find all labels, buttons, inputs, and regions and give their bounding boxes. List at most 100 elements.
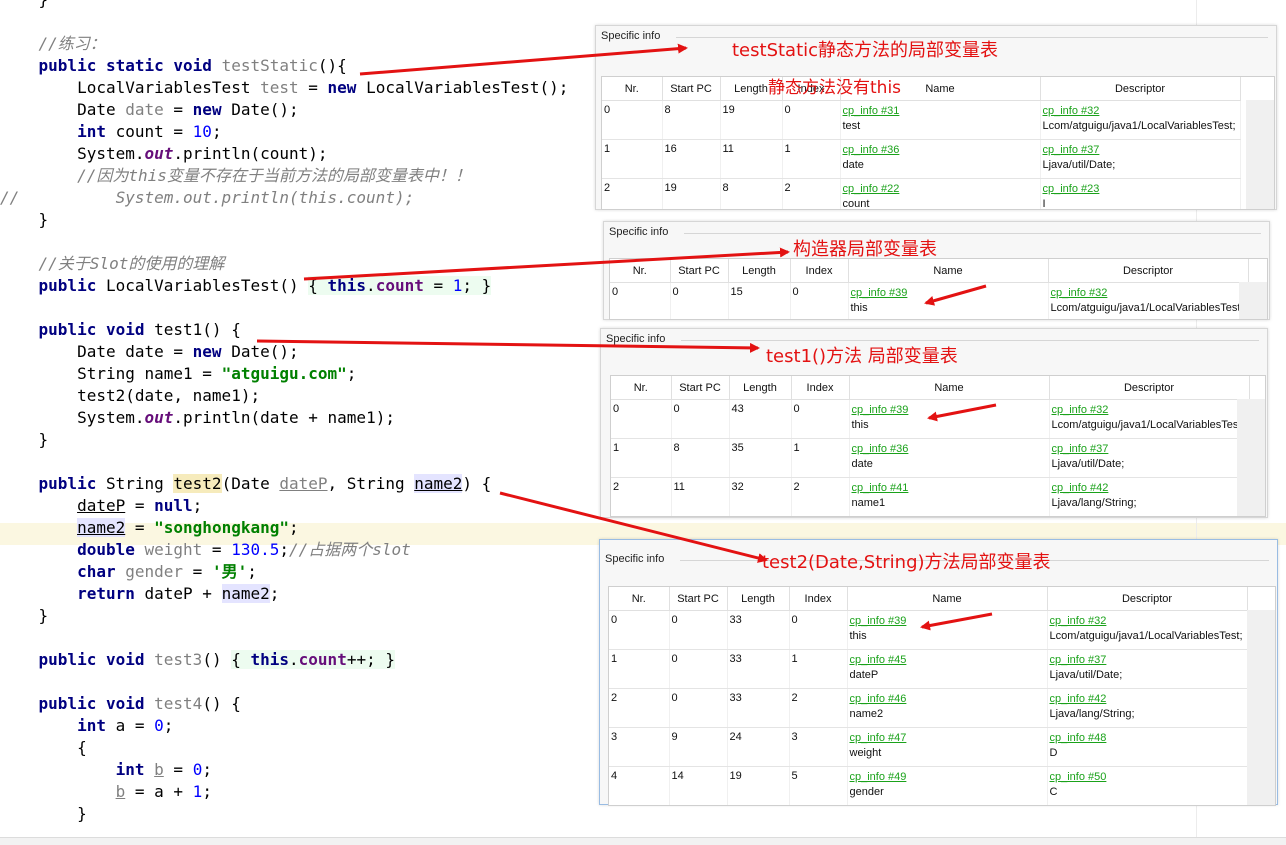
code-line[interactable]: char gender = '男'; <box>0 561 257 583</box>
column-header[interactable]: Descriptor <box>1049 376 1250 400</box>
code-line[interactable]: int b = 0; <box>0 759 212 781</box>
code-line[interactable]: //因为this变量不存在于当前方法的局部变量表中！！ <box>0 165 471 187</box>
desc-value: Ljava/util/Date; <box>1049 669 1123 681</box>
cp-info-link[interactable]: cp_info #36 <box>852 442 1049 456</box>
code-line[interactable]: public LocalVariablesTest() { this.count… <box>0 275 492 297</box>
column-header[interactable]: Nr. <box>609 587 670 611</box>
table-scroll-area[interactable] <box>1246 100 1274 209</box>
cp-info-link[interactable]: cp_info #46 <box>850 692 1047 706</box>
column-header[interactable]: Descriptor <box>1040 77 1241 101</box>
code-line[interactable]: { <box>0 737 87 759</box>
code-line[interactable]: Date date = new Date(); <box>0 341 299 363</box>
cp-info-link[interactable]: cp_info #47 <box>850 731 1047 745</box>
code-line[interactable]: LocalVariablesTest test = new LocalVaria… <box>0 77 568 99</box>
column-header[interactable]: Start PC <box>670 259 729 283</box>
code-line[interactable]: System.out.println(count); <box>0 143 327 165</box>
cp-info-link[interactable]: cp_info #42 <box>1052 481 1249 495</box>
code-line[interactable]: dateP = null; <box>0 495 202 517</box>
column-header[interactable]: Descriptor <box>1048 259 1249 283</box>
table-row[interactable]: 2 19 8 2 cp_info #22 count cp_info #23 I <box>602 178 1241 210</box>
code-line[interactable]: public String test2(Date dateP, String n… <box>0 473 491 495</box>
local-variable-table[interactable]: Nr. Start PC Length Index Name Descriptor 0 0 15… <box>609 258 1268 320</box>
cp-info-link[interactable]: cp_info #41 <box>852 481 1049 495</box>
cp-info-link[interactable]: cp_info #50 <box>1050 770 1247 784</box>
cp-info-link[interactable]: cp_info #37 <box>1052 442 1249 456</box>
local-variable-table[interactable]: Nr. Start PC Length Index Name Descriptor 0 0 43… <box>610 375 1266 517</box>
cp-info-link[interactable]: cp_info #32 <box>1043 104 1240 118</box>
cp-info-link[interactable]: cp_info #22 <box>843 182 1040 196</box>
cp-info-link[interactable]: cp_info #32 <box>1051 286 1248 300</box>
code-line[interactable]: int a = 0; <box>0 715 173 737</box>
table-row[interactable]: 1 0 33 1 cp_info #45 dateP cp_info #37 Ljava/ut… <box>609 649 1248 689</box>
column-header[interactable]: Start PC <box>662 77 721 101</box>
table-scroll-area[interactable] <box>1237 399 1265 516</box>
column-header[interactable]: Length <box>729 376 792 400</box>
column-header[interactable]: Nr. <box>611 376 672 400</box>
code-line[interactable]: } <box>0 803 87 825</box>
column-header[interactable]: Index <box>789 587 848 611</box>
code-line[interactable]: } <box>0 605 49 627</box>
cp-info-link[interactable]: cp_info #48 <box>1050 731 1247 745</box>
local-variable-table[interactable]: Nr. Start PC Length Index Name Descriptor 0 8 19… <box>601 76 1275 210</box>
table-row[interactable]: 2 0 33 2 cp_info #46 name2 cp_info #42 Ljava/la… <box>609 688 1248 728</box>
table-row[interactable]: 2 11 32 2 cp_info #41 name1 cp_info #42 Ljava/l… <box>611 477 1250 516</box>
column-header[interactable]: Nr. <box>602 77 663 101</box>
code-line[interactable]: public void test1() { <box>0 319 241 341</box>
code-line[interactable]: int count = 10; <box>0 121 222 143</box>
cp-info-link[interactable]: cp_info #32 <box>1052 403 1249 417</box>
code-line[interactable]: System.out.println(date + name1); <box>0 407 395 429</box>
table-row[interactable]: 0 0 43 0 cp_info #39 this cp_info #32 Lcom/atgu… <box>611 399 1250 439</box>
table-row[interactable]: 4 14 19 5 cp_info #49 gender cp_info #50 C <box>609 766 1248 805</box>
cp-info-link[interactable]: cp_info #39 <box>852 403 1049 417</box>
cp-info-link[interactable]: cp_info #42 <box>1050 692 1247 706</box>
code-line[interactable]: public void test3() { this.count++; } <box>0 649 395 671</box>
column-header[interactable]: Length <box>728 259 791 283</box>
code-line[interactable]: b = a + 1; <box>0 781 212 803</box>
code-line[interactable]: } <box>0 429 49 451</box>
cp-info-link[interactable]: cp_info #39 <box>851 286 1048 300</box>
column-header[interactable]: Index <box>791 376 850 400</box>
code-line[interactable]: public static void testStatic(){ <box>0 55 347 77</box>
cell-name: cp_info #47 weight <box>847 727 1048 767</box>
cp-info-link[interactable]: cp_info #32 <box>1050 614 1247 628</box>
column-header[interactable]: Start PC <box>669 587 728 611</box>
code-line[interactable]: //关于Slot的使用的理解 <box>0 253 225 275</box>
code-line[interactable]: //练习： <box>0 33 106 55</box>
code-line[interactable]: name2 = "songhongkang"; <box>0 517 299 539</box>
table-row[interactable]: 1 16 11 1 cp_info #36 date cp_info #37 Ljava/ut… <box>602 139 1241 179</box>
table-scroll-area[interactable] <box>1247 610 1275 805</box>
column-header[interactable]: Name <box>849 376 1050 400</box>
column-header[interactable]: Name <box>848 259 1049 283</box>
code-line[interactable]: String name1 = "atguigu.com"; <box>0 363 356 385</box>
code-line[interactable]: test2(date, name1); <box>0 385 260 407</box>
cp-info-link[interactable]: cp_info #45 <box>850 653 1047 667</box>
code-line[interactable]: // System.out.println(this.count); <box>0 187 414 209</box>
column-header[interactable]: Start PC <box>671 376 730 400</box>
column-header[interactable]: Name <box>847 587 1048 611</box>
table-row[interactable]: 1 8 35 1 cp_info #36 date cp_info #37 Ljava/uti… <box>611 438 1250 478</box>
column-header[interactable]: Descriptor <box>1047 587 1248 611</box>
table-row[interactable]: 0 8 19 0 cp_info #31 test cp_info #32 Lcom/atgu… <box>602 100 1241 140</box>
cp-info-link[interactable]: cp_info #36 <box>843 143 1040 157</box>
code-line[interactable]: public void test4() { <box>0 693 241 715</box>
code-line[interactable]: return dateP + name2; <box>0 583 279 605</box>
cp-info-link[interactable]: cp_info #37 <box>1043 143 1240 157</box>
local-variable-table[interactable]: Nr. Start PC Length Index Name Descriptor 0 0 33… <box>608 586 1276 806</box>
code-line[interactable]: } <box>0 209 49 231</box>
code-line[interactable]: } <box>0 0 49 11</box>
column-header[interactable]: Nr. <box>610 259 671 283</box>
table-row[interactable]: 3 9 24 3 cp_info #47 weight cp_info #48 D <box>609 727 1248 767</box>
table-row[interactable]: 0 0 15 0 cp_info #39 this cp_info #32 Lcom/atgu… <box>610 282 1249 319</box>
code-line[interactable]: Date date = new Date(); <box>0 99 299 121</box>
column-header[interactable]: Index <box>790 259 849 283</box>
table-scroll-area[interactable] <box>1239 282 1267 319</box>
cp-info-link[interactable]: cp_info #23 <box>1043 182 1240 196</box>
code-line[interactable]: double weight = 130.5;//占据两个slot <box>0 539 411 561</box>
cp-info-link[interactable]: cp_info #37 <box>1050 653 1247 667</box>
name-value: count <box>842 198 870 210</box>
cp-info-link[interactable]: cp_info #49 <box>850 770 1047 784</box>
column-header[interactable]: Length <box>727 587 790 611</box>
cp-info-link[interactable]: cp_info #31 <box>843 104 1040 118</box>
table-row[interactable]: 0 0 33 0 cp_info #39 this cp_info #32 Lcom/atgu… <box>609 610 1248 650</box>
cp-info-link[interactable]: cp_info #39 <box>850 614 1047 628</box>
